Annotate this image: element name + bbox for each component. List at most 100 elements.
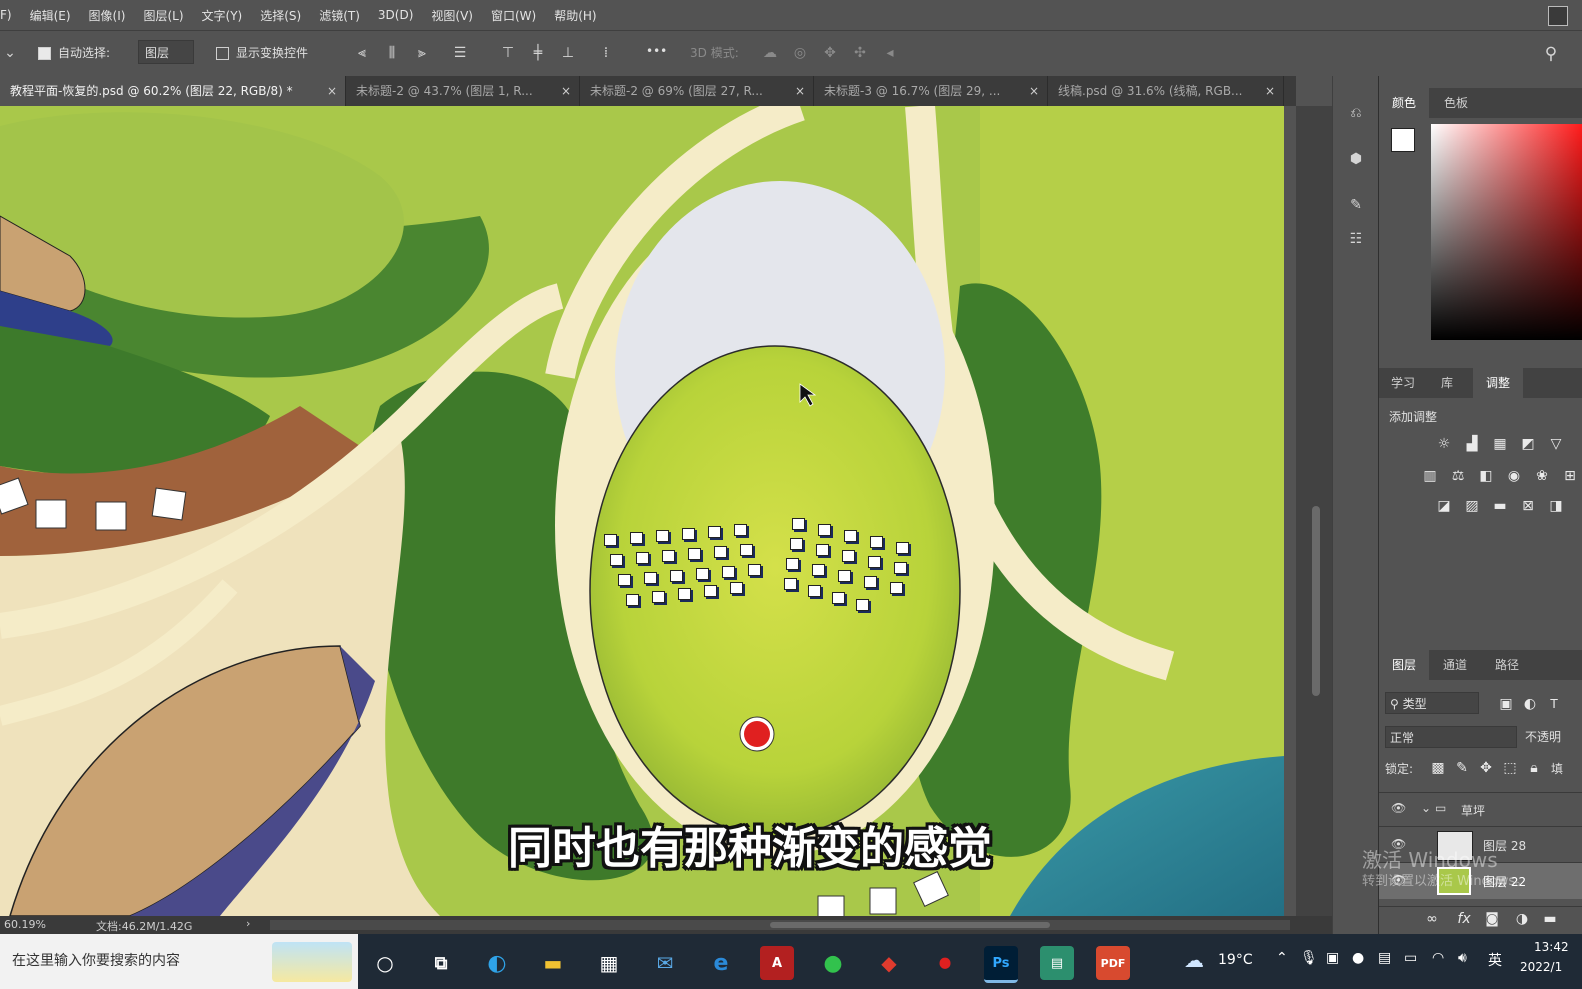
tab-close-icon[interactable]: × xyxy=(795,76,805,106)
filter-pixel-icon[interactable]: ▣ xyxy=(1497,696,1515,712)
photoshop-icon[interactable]: Ps xyxy=(984,946,1018,983)
sketchup-icon[interactable]: ◆ xyxy=(872,946,906,980)
threshold-icon[interactable]: ▬ xyxy=(1491,498,1509,514)
posterize-icon[interactable]: ▨ xyxy=(1463,498,1481,514)
microphone-icon[interactable]: 🎙︎ xyxy=(1300,950,1318,966)
tab-close-icon[interactable]: × xyxy=(1029,76,1039,106)
auto-select-dropdown[interactable]: 图层 xyxy=(138,40,194,64)
tab-layers[interactable]: 图层 xyxy=(1379,650,1429,680)
distribute-icon[interactable]: ☰ xyxy=(450,43,470,63)
clock-time[interactable]: 13:42 xyxy=(1534,940,1569,954)
3d-orbit-icon[interactable]: ☁ xyxy=(760,43,780,63)
tab-close-icon[interactable]: × xyxy=(327,76,337,106)
volume-icon[interactable]: 🔊︎ xyxy=(1458,950,1467,966)
3d-camera-icon[interactable]: ◂ xyxy=(880,43,900,63)
menu-layer[interactable]: 图层(L) xyxy=(134,7,192,24)
tab-close-icon[interactable]: × xyxy=(561,76,571,106)
window-restore-icon[interactable] xyxy=(1548,6,1568,26)
lock-all-icon[interactable]: 🔒︎ xyxy=(1525,760,1543,776)
more-options-icon[interactable]: ••• xyxy=(646,44,667,58)
tab-swatches[interactable]: 色板 xyxy=(1431,88,1481,118)
align-right-icon[interactable]: ⫸ xyxy=(412,43,432,63)
wifi-icon[interactable]: ◠ xyxy=(1432,950,1444,966)
recorder-icon[interactable]: ⏺ xyxy=(928,946,962,980)
tab-channels[interactable]: 通道 xyxy=(1431,650,1479,680)
black-white-icon[interactable]: ◧ xyxy=(1477,468,1495,484)
tab-document-3[interactable]: 未标题-2 @ 69% (图层 27, R... × xyxy=(580,76,814,106)
cortana-icon[interactable]: ○ xyxy=(368,946,402,980)
clock-date[interactable]: 2022/1 xyxy=(1520,960,1562,974)
curves-icon[interactable]: ▦ xyxy=(1491,436,1509,452)
history-icon[interactable]: ⎌ xyxy=(1345,102,1367,124)
filter-type-icon[interactable]: T xyxy=(1545,696,1563,712)
brightness-icon[interactable]: ☼ xyxy=(1435,436,1453,452)
color-balance-icon[interactable]: ⚖ xyxy=(1449,468,1467,484)
color-picker-field[interactable] xyxy=(1431,124,1582,340)
store-icon[interactable]: ▦ xyxy=(592,946,626,980)
input-method-indicator[interactable]: 英 xyxy=(1488,950,1502,970)
menu-filter[interactable]: 滤镜(T) xyxy=(310,7,369,24)
lock-artboard-icon[interactable]: ⬚ xyxy=(1501,760,1519,776)
weather-temperature[interactable]: 19°C xyxy=(1218,952,1253,968)
h-scrollbar-thumb[interactable] xyxy=(770,922,1050,928)
status-arrow-icon[interactable]: › xyxy=(246,917,250,930)
task-view-icon[interactable]: ⧉ xyxy=(424,946,458,980)
weather-icon[interactable]: ☁ xyxy=(1184,948,1204,972)
align-center-icon[interactable]: ⫼ xyxy=(382,43,402,63)
pdf-app-icon[interactable]: PDF xyxy=(1096,946,1130,980)
align-middle-icon[interactable]: ╪ xyxy=(528,43,548,63)
tab-color[interactable]: 颜色 xyxy=(1379,88,1429,118)
menu-help[interactable]: 帮助(H) xyxy=(545,7,605,24)
vibrance-icon[interactable]: ▽ xyxy=(1547,436,1565,452)
file-explorer-icon[interactable]: ▬ xyxy=(536,946,570,980)
battery-icon[interactable]: ▭ xyxy=(1404,950,1417,966)
align-bottom-icon[interactable]: ⊥ xyxy=(558,43,578,63)
foreground-color-swatch[interactable] xyxy=(1391,128,1415,152)
channel-mixer-icon[interactable]: ❀ xyxy=(1533,468,1551,484)
color-lookup-icon[interactable]: ⊞ xyxy=(1561,468,1579,484)
tab-document-1[interactable]: 教程平面-恢复的.psd @ 60.2% (图层 22, RGB/8) * × xyxy=(0,76,346,106)
network-adapter-icon[interactable]: ▤ xyxy=(1378,950,1391,966)
new-group-icon[interactable]: ▬ xyxy=(1541,911,1559,927)
distribute-vertical-icon[interactable]: ⁞ xyxy=(596,43,616,63)
menu-file[interactable]: F) xyxy=(0,8,21,22)
lock-paint-icon[interactable]: ✎ xyxy=(1453,760,1471,776)
menu-view[interactable]: 视图(V) xyxy=(422,7,482,24)
taskbar-search-box[interactable]: 在这里输入你要搜索的内容 xyxy=(0,934,358,989)
ie-icon[interactable]: e xyxy=(704,946,738,980)
hue-saturation-icon[interactable]: ▥ xyxy=(1421,468,1439,484)
wechat-tray-icon[interactable]: ● xyxy=(1352,950,1364,966)
layer-group-row[interactable]: 👁︎ ⌄ ▭ 草坪 xyxy=(1379,792,1582,827)
photo-filter-icon[interactable]: ◉ xyxy=(1505,468,1523,484)
vertical-scrollbar[interactable] xyxy=(1296,106,1332,916)
selective-color-icon[interactable]: ◨ xyxy=(1547,498,1565,514)
show-transform-checkbox[interactable] xyxy=(216,46,229,60)
fx-icon[interactable]: fx xyxy=(1455,911,1473,927)
brush-settings-icon[interactable]: ✎ xyxy=(1345,194,1367,216)
document-canvas[interactable] xyxy=(0,106,1284,916)
display-icon[interactable]: ▣ xyxy=(1326,950,1339,966)
align-left-icon[interactable]: ⫷ xyxy=(352,43,372,63)
autocad-icon[interactable]: A xyxy=(760,946,794,980)
notes-app-icon[interactable]: ▤ xyxy=(1040,946,1074,980)
3d-roll-icon[interactable]: ◎ xyxy=(790,43,810,63)
3d-panel-icon[interactable]: ⬢ xyxy=(1345,148,1367,170)
tab-adjustments[interactable]: 调整 xyxy=(1473,368,1523,398)
align-top-icon[interactable]: ⊤ xyxy=(498,43,518,63)
auto-select-checkbox[interactable] xyxy=(38,46,51,60)
lock-position-icon[interactable]: ✥ xyxy=(1477,760,1495,776)
wechat-icon[interactable]: ● xyxy=(816,946,850,980)
tab-document-4[interactable]: 未标题-3 @ 16.7% (图层 29, ... × xyxy=(814,76,1048,106)
menu-select[interactable]: 选择(S) xyxy=(251,7,310,24)
filter-adjust-icon[interactable]: ◐ xyxy=(1521,696,1539,712)
menu-3d[interactable]: 3D(D) xyxy=(369,8,422,22)
lock-transparent-icon[interactable]: ▩ xyxy=(1429,760,1447,776)
tab-paths[interactable]: 路径 xyxy=(1483,650,1531,680)
search-icon[interactable]: ⚲ xyxy=(1540,43,1562,65)
link-layers-icon[interactable]: ∞ xyxy=(1423,911,1441,927)
levels-icon[interactable]: ▟ xyxy=(1463,436,1481,452)
menu-edit[interactable]: 编辑(E) xyxy=(21,7,80,24)
menu-window[interactable]: 窗口(W) xyxy=(482,7,545,24)
tab-learn[interactable]: 学习 xyxy=(1379,368,1427,398)
gradient-map-icon[interactable]: ⊠ xyxy=(1519,498,1537,514)
